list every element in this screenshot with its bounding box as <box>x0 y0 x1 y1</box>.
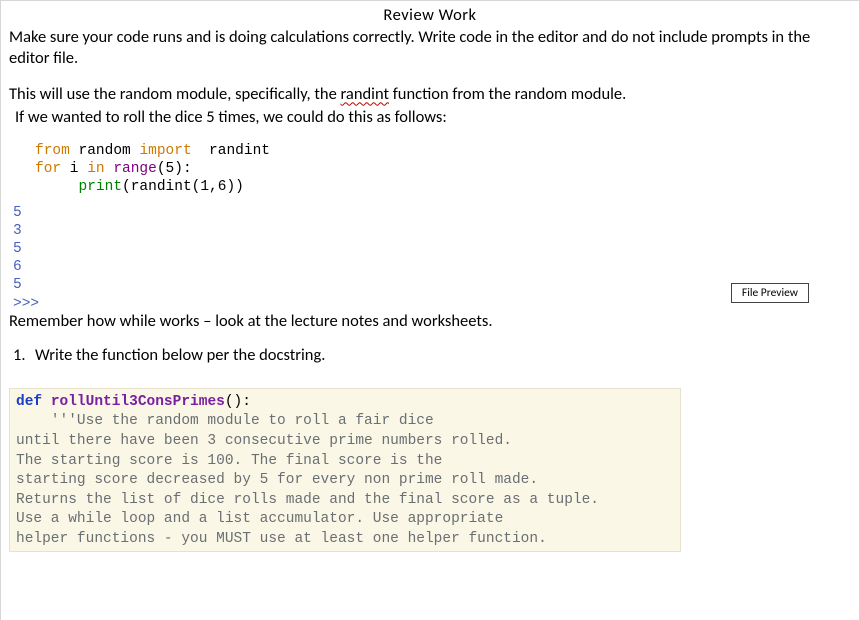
tok-indent <box>35 179 79 195</box>
kw-for: for <box>35 161 61 177</box>
tok-randint: randint <box>192 143 270 159</box>
fn-print: print <box>79 179 123 195</box>
document-page: Review Work Make sure your code runs and… <box>0 0 860 620</box>
intro2-pre: This will use the random module, specifi… <box>9 84 341 104</box>
fn-range: range <box>113 161 157 177</box>
kw-from: from <box>35 143 70 159</box>
code-example-1: from random import randint for i in rang… <box>35 142 851 196</box>
fn-parens: (): <box>225 394 251 410</box>
question-1: 1.Write the function below per the docst… <box>13 345 851 366</box>
tok-i: i <box>61 161 87 177</box>
question-text: Write the function below per the docstri… <box>35 345 325 365</box>
spacer <box>9 70 851 84</box>
output-line: 3 <box>13 223 22 239</box>
intro2-post: function from the random module. <box>389 84 626 104</box>
output-prompt: >>> <box>13 296 39 312</box>
kw-import: import <box>139 143 191 159</box>
file-preview-button[interactable]: File Preview <box>731 283 809 303</box>
tok-printargs: (randint(1,6)) <box>122 179 244 195</box>
intro-paragraph-3: If we wanted to roll the dice 5 times, w… <box>9 107 851 128</box>
output-line: 6 <box>13 259 22 275</box>
code-block-docstring: def rollUntil3ConsPrimes(): '''Use the r… <box>9 388 681 553</box>
docstring-line: until there have been 3 consecutive prim… <box>16 433 512 449</box>
docstring-line: starting score decreased by 5 for every … <box>16 472 538 488</box>
output-line: 5 <box>13 277 22 293</box>
tok-sp <box>42 394 51 410</box>
question-number: 1. <box>13 345 35 366</box>
fn-name: rollUntil3ConsPrimes <box>51 394 225 410</box>
docstring-line: Use a while loop and a list accumulator.… <box>16 511 503 527</box>
docstring-line: Returns the list of dice rolls made and … <box>16 492 599 508</box>
docstring-line: helper functions - you MUST use at least… <box>16 531 547 547</box>
docstring-line: The starting score is 100. The final sco… <box>16 453 442 469</box>
remember-paragraph: Remember how while works – look at the l… <box>9 311 851 332</box>
page-title: Review Work <box>9 5 851 25</box>
tok-random: random <box>70 143 140 159</box>
docstring-line: '''Use the random module to roll a fair … <box>16 413 434 429</box>
spellcheck-word-randint: randint <box>341 84 390 104</box>
kw-in: in <box>87 161 104 177</box>
kw-def: def <box>16 394 42 410</box>
output-line: 5 <box>13 205 22 221</box>
code-output: 5 3 5 6 5 >>> <box>13 204 851 313</box>
tok-rangeargs: (5): <box>157 161 192 177</box>
output-line: 5 <box>13 241 22 257</box>
intro-paragraph-2: This will use the random module, specifi… <box>9 84 851 105</box>
intro-paragraph-1: Make sure your code runs and is doing ca… <box>9 27 851 68</box>
